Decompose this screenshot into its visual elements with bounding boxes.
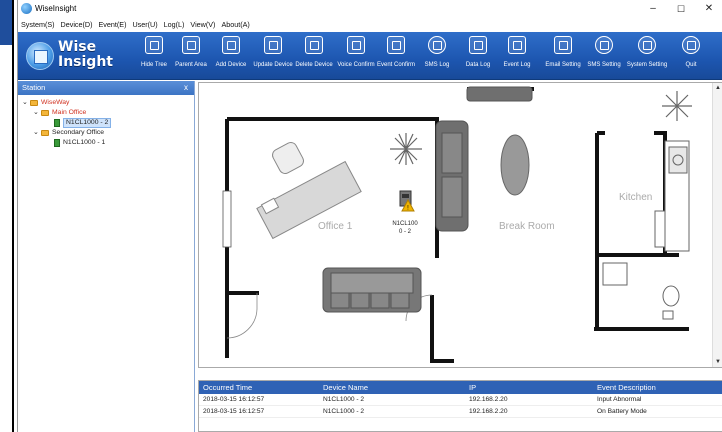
menu-event[interactable]: Event(E) [96, 18, 130, 32]
hide-tree-button[interactable]: Hide Tree [136, 36, 172, 78]
data-log-button[interactable]: Data Log [461, 36, 495, 78]
room-label-office: Office 1 [318, 221, 353, 232]
station-panel-title: Station [22, 83, 46, 92]
menu-system[interactable]: System(S) [18, 18, 58, 32]
device-label-line2: 0 - 2 [399, 229, 412, 235]
window [222, 190, 232, 248]
office-sofa [322, 267, 422, 313]
chevron-down-icon[interactable]: ⌄ [33, 128, 39, 138]
device-icon [54, 139, 60, 147]
background-window-edge [0, 0, 17, 432]
wall-office-bottom [430, 295, 454, 363]
logo-text: Wise Insight [58, 39, 113, 70]
tree-node-wiseway[interactable]: ⌄ WiseWay [18, 98, 194, 108]
kitchen-counter [654, 140, 690, 252]
add-device-icon [222, 36, 240, 54]
tree-node-n1cl1000-1[interactable]: N1CL1000 - 1 [18, 138, 194, 148]
menu-user[interactable]: User(U) [129, 18, 160, 32]
plant [390, 133, 422, 165]
minimize-button[interactable]: – [642, 2, 664, 16]
maximize-button[interactable]: ☐ [670, 2, 692, 16]
sms-log-button[interactable]: SMS Log [420, 36, 454, 78]
folder-icon [41, 130, 49, 136]
update-device-icon [264, 36, 282, 54]
delete-device-icon [305, 36, 323, 54]
break-room-table [500, 134, 530, 196]
sms-setting-button[interactable]: SMS Setting [586, 36, 622, 78]
floor-plan-view[interactable]: ! Office 1 Break Room Kitchen N1CL100 0 … [198, 82, 722, 368]
room-label-kitchen: Kitchen [619, 192, 652, 203]
event-log-button[interactable]: Event Log [500, 36, 534, 78]
menu-device[interactable]: Device(D) [58, 18, 96, 32]
menu-about[interactable]: About(A) [218, 18, 252, 32]
database-icon [469, 36, 487, 54]
app-window: WiseInsight – ☐ ✕ System(S) Device(D) Even… [17, 0, 722, 432]
folder-icon [30, 100, 38, 106]
device-marker[interactable]: ! [399, 190, 415, 212]
system-setting-button[interactable]: System Setting [626, 36, 668, 78]
speaker-icon [347, 36, 365, 54]
voice-confirm-button[interactable]: Voice Confirm [336, 36, 376, 78]
tree-node-secondary-office[interactable]: ⌄ Secondary Office [18, 128, 194, 138]
parent-area-button[interactable]: Parent Area [172, 36, 210, 78]
menu-view[interactable]: View(V) [187, 18, 218, 32]
logo-cube-icon [26, 42, 54, 70]
plant [662, 91, 692, 121]
list-icon [508, 36, 526, 54]
event-table: Occurred Time Device Name IP Event Descr… [198, 380, 722, 432]
add-device-button[interactable]: Add Device [213, 36, 249, 78]
power-icon [682, 36, 700, 54]
menu-log[interactable]: Log(L) [161, 18, 188, 32]
station-panel: Station x ⌄ WiseWay ⌄ Main Office N1CL10… [18, 81, 195, 432]
gear-icon [638, 36, 656, 54]
scroll-up-icon[interactable]: ▲ [714, 84, 722, 92]
station-panel-header: Station x [18, 81, 194, 95]
window-title: WiseInsight [35, 4, 77, 13]
floor-plan: ! Office 1 Break Room Kitchen N1CL100 0 … [222, 86, 692, 363]
col-event-description[interactable]: Event Description [597, 381, 656, 394]
col-device-name[interactable]: Device Name [323, 381, 368, 394]
update-device-button[interactable]: Update Device [253, 36, 293, 78]
checkbox-icon [387, 36, 405, 54]
room-label-break-room: Break Room [499, 221, 555, 232]
col-ip[interactable]: IP [469, 381, 476, 394]
wise-insight-logo: Wise Insight [26, 38, 126, 74]
scroll-down-icon[interactable]: ▼ [714, 358, 722, 366]
hide-tree-icon [145, 36, 163, 54]
close-button[interactable]: ✕ [698, 2, 720, 16]
folder-icon [41, 110, 49, 116]
toolbar: Wise Insight Hide Tree Parent Area Add D… [18, 32, 722, 80]
title-bar: WiseInsight – ☐ ✕ [18, 0, 722, 18]
chat-icon [428, 36, 446, 54]
chevron-down-icon[interactable]: ⌄ [22, 98, 28, 108]
bathroom-fixtures [602, 262, 680, 320]
vertical-scrollbar[interactable]: ▲ ▼ [712, 83, 722, 367]
menu-bar: System(S) Device(D) Event(E) User(U) Log(L) V… [18, 18, 722, 32]
device-label-line1: N1CL100 [392, 221, 418, 227]
col-occurred-time[interactable]: Occurred Time [203, 381, 252, 394]
mail-icon [554, 36, 572, 54]
tree-node-main-office[interactable]: ⌄ Main Office [18, 108, 194, 118]
chevron-down-icon[interactable]: ⌄ [33, 108, 39, 118]
app-globe-icon [21, 3, 32, 14]
station-tree: ⌄ WiseWay ⌄ Main Office N1CL1000 - 2 ⌄ S… [18, 95, 194, 148]
door-arc [226, 308, 258, 339]
tree-node-n1cl1000-2[interactable]: N1CL1000 - 2 [18, 118, 194, 128]
email-setting-button[interactable]: Email Setting [544, 36, 582, 78]
table-row[interactable]: 2018-03-15 16:12:57 N1CL1000 - 2 192.168… [199, 406, 722, 418]
device-icon [54, 119, 60, 127]
delete-device-button[interactable]: Delete Device [295, 36, 333, 78]
sms-icon [595, 36, 613, 54]
background-window-border [12, 0, 14, 432]
event-confirm-button[interactable]: Event Confirm [376, 36, 416, 78]
parent-area-icon [182, 36, 200, 54]
station-panel-close-button[interactable]: x [184, 81, 188, 95]
event-table-header: Occurred Time Device Name IP Event Descr… [199, 381, 722, 394]
table-row[interactable]: 2018-03-15 16:12:57 N1CL1000 - 2 192.168… [199, 394, 722, 406]
quit-button[interactable]: Quit [678, 36, 704, 78]
